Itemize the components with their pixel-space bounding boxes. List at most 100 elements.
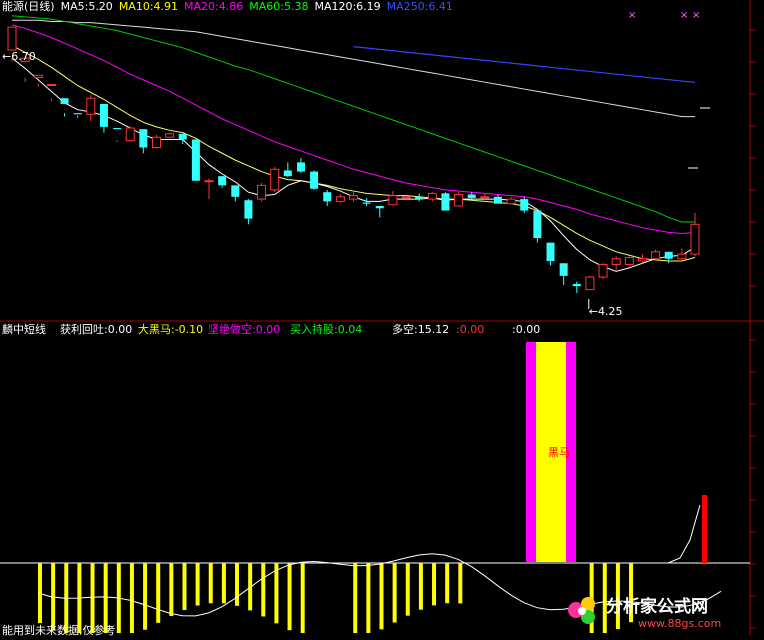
candle-up: [585, 276, 595, 291]
candle-up: [33, 74, 43, 79]
candle-up: [388, 195, 398, 206]
watermark-text: 分析家公式网: [606, 596, 708, 617]
red-signal-bar: [702, 495, 707, 563]
candle-down: [664, 251, 673, 259]
candle-down: [218, 176, 227, 186]
candle-up: [427, 192, 437, 200]
candle-up: [677, 253, 687, 260]
candle-up: [637, 258, 647, 262]
candle-up: [480, 196, 490, 199]
candle-up: [454, 194, 464, 207]
candle-down: [467, 194, 476, 198]
bottom-note: 能用到未来数据,仅参考: [2, 623, 116, 636]
kline-chart[interactable]: ←6.70 ←4.25 × × × 能源(日线) MA5:5.20 MA10:4.91 MA20…: [0, 0, 764, 637]
indicator-bar: [353, 563, 358, 633]
indicator-bar: [366, 563, 371, 633]
candle-down: [533, 210, 542, 239]
ma-header-5: MA120:6.19: [314, 0, 380, 13]
candle-down: [60, 98, 69, 104]
candle-down: [113, 128, 122, 130]
candle-up: [151, 136, 161, 149]
candle-up: [624, 257, 634, 265]
candle-up: [7, 26, 17, 51]
indicator-bar: [156, 563, 161, 623]
candle-down: [375, 205, 384, 209]
indicator-bar: [274, 563, 279, 624]
indicator-bar: [143, 563, 148, 630]
candle-down: [296, 162, 305, 172]
candle-down: [323, 192, 332, 202]
candle-up: [46, 83, 56, 86]
indicator-header-4: 买入持股:0.04: [290, 322, 362, 336]
ma-header-3: MA20:4.86: [184, 0, 243, 13]
indicator-bar: [169, 563, 174, 616]
candle-down: [415, 196, 424, 200]
indicator-bar: [90, 563, 95, 633]
ma-header-4: MA60:5.38: [249, 0, 308, 13]
indicator-bar: [221, 563, 226, 604]
candle-down: [73, 113, 82, 115]
indicator-bar: [195, 563, 200, 606]
candle-up: [204, 180, 214, 183]
candle-down: [546, 242, 555, 261]
candle-down: [283, 170, 292, 177]
candle-down: [244, 200, 253, 219]
candle-down: [178, 133, 187, 140]
watermark: 分析家公式网 www.88gs.com: [558, 590, 758, 630]
candle-down: [310, 171, 319, 189]
candle-down: [139, 129, 148, 148]
candle-down: [99, 103, 108, 127]
indicator-bar: [445, 563, 450, 604]
signal-mark: ×: [692, 10, 700, 21]
candle-down: [191, 139, 200, 181]
indicator-bar: [182, 563, 187, 610]
candle-down: [231, 185, 240, 197]
chart-window[interactable]: ←6.70 ←4.25 × × × 能源(日线) MA5:5.20 MA10:4.91 MA20…: [0, 0, 764, 637]
indicator-bar: [405, 563, 410, 616]
candle-down: [441, 193, 450, 211]
ma-header-2: MA10:4.91: [119, 0, 178, 13]
indicator-bar: [379, 563, 384, 630]
ma5-line: [11, 57, 696, 272]
indicator-bar: [235, 563, 240, 606]
watermark-logo: 分析家公式网 www.88gs.com: [568, 596, 721, 630]
candle-up: [86, 97, 96, 115]
candle-down: [362, 202, 371, 204]
indicator-bar: [261, 563, 266, 617]
candle-up: [401, 196, 411, 199]
candle-down: [520, 199, 529, 211]
candle-up: [165, 133, 175, 138]
signal-mark: ×: [680, 10, 688, 21]
indicator-header-7: :0.00: [512, 323, 540, 336]
indicator-bar: [432, 563, 437, 606]
indicator-bar: [287, 563, 292, 631]
high-price-label: ←6.70: [2, 50, 36, 63]
ma-header-6: MA250:6.41: [387, 0, 453, 13]
indicator-bar: [418, 563, 423, 610]
indicator-bar: [458, 563, 463, 604]
indicator-bar: [103, 563, 108, 633]
candle-down: [572, 283, 581, 287]
candle-up: [690, 223, 700, 255]
candle-up: [598, 263, 608, 278]
indicator-header-5: 多空:15.12: [392, 322, 449, 336]
signal-mark: ×: [628, 10, 636, 21]
ma120-line: [12, 19, 695, 118]
indicator-bar: [392, 563, 397, 623]
candle-up: [125, 127, 135, 142]
indicator-header-0: 麟中短线: [2, 322, 46, 336]
low-price-label: ←4.25: [589, 305, 623, 318]
indicator-header-2: 大黑马:-0.10: [138, 322, 203, 336]
candle-up: [611, 258, 621, 265]
ma-header-1: MA5:5.20: [61, 0, 113, 13]
indicator-bar: [208, 563, 213, 604]
ma10-line: [11, 45, 696, 262]
flower-icon: [568, 597, 595, 624]
ma20-line: [11, 24, 696, 234]
indicator-bar: [300, 563, 305, 633]
indicator-bar: [129, 563, 134, 633]
ma250-line: [353, 46, 696, 84]
candle-up: [257, 184, 267, 200]
ma-header-0: 能源(日线): [2, 0, 55, 13]
indicator-header-1: 获利回吐:0.00: [60, 323, 132, 336]
